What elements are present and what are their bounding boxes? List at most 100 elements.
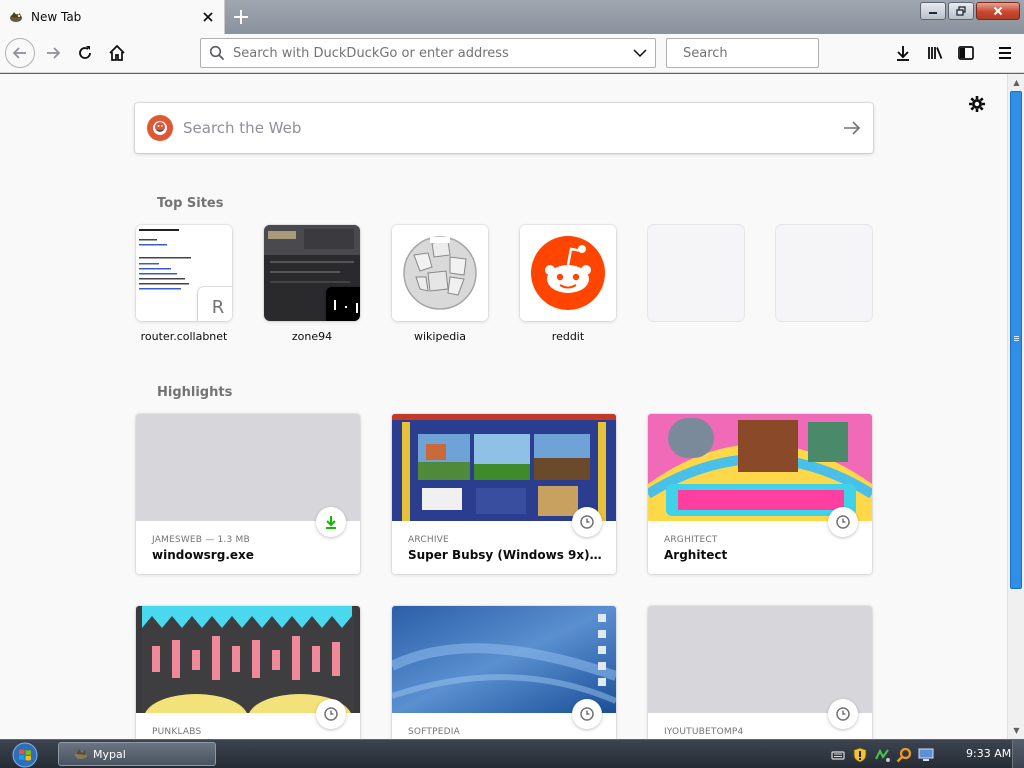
search-tool-icon[interactable] — [896, 747, 912, 763]
top-site-zone94[interactable]: zone94 — [264, 225, 360, 343]
download-icon — [316, 507, 346, 537]
new-tab-page: Top Sites R router.collabnet — [0, 74, 1007, 739]
duckduckgo-logo-icon — [147, 115, 173, 141]
empty-site-placeholder — [776, 225, 872, 321]
start-button[interactable] — [8, 741, 42, 768]
sidebar-button[interactable] — [951, 38, 981, 68]
top-sites-heading: Top Sites — [157, 196, 224, 211]
system-tray — [830, 740, 934, 768]
site-label: zone94 — [291, 330, 333, 343]
chevron-down-icon[interactable] — [633, 48, 647, 58]
vertical-scrollbar[interactable]: ▲ ▼ — [1007, 74, 1024, 739]
top-site-router-collabnet[interactable]: R router.collabnet — [136, 225, 232, 343]
window-controls — [920, 2, 1020, 20]
highlight-card[interactable]: ARCHIVE Super Bubsy (Windows 9x) : Acc..… — [392, 414, 616, 574]
show-desktop-button[interactable] — [1012, 740, 1024, 768]
clock-icon — [572, 699, 602, 729]
highlight-card[interactable]: JAMESWEB — 1.3 MB windowsrg.exe — [136, 414, 360, 574]
taskbar-clock[interactable]: 9:33 AM — [966, 747, 1011, 760]
top-site-wikipedia[interactable]: wikipedia — [392, 225, 488, 343]
back-button[interactable] — [5, 38, 35, 68]
site-letter: R — [211, 296, 225, 318]
card-source: ARGHITECT — [664, 535, 718, 545]
card-preview-image — [648, 414, 872, 521]
shield-icon[interactable] — [852, 747, 868, 763]
clock-icon — [316, 699, 346, 729]
download-icon — [897, 46, 909, 61]
tab-new-tab[interactable]: New Tab — [0, 0, 225, 34]
library-button[interactable] — [920, 38, 950, 68]
card-preview-image — [392, 414, 616, 521]
clock-icon — [572, 507, 602, 537]
address-input[interactable] — [233, 45, 633, 61]
reddit-logo-icon — [520, 225, 616, 321]
mypal-favicon-icon — [10, 12, 22, 22]
address-bar[interactable] — [200, 38, 656, 68]
menu-button[interactable] — [990, 38, 1020, 68]
highlights-heading: Highlights — [157, 385, 233, 400]
windows-taskbar: Mypal 9:33 AM — [0, 739, 1024, 768]
web-search-input[interactable] — [183, 119, 843, 137]
card-title: Arghitect — [664, 548, 728, 562]
network-icon[interactable] — [874, 747, 890, 763]
minimize-button[interactable] — [920, 2, 946, 20]
highlight-card[interactable]: SOFTPEDIA — [392, 606, 616, 739]
top-site-empty-slot[interactable] — [776, 225, 872, 330]
scroll-down-arrow-icon[interactable]: ▼ — [1008, 722, 1024, 739]
web-search-box[interactable] — [135, 103, 873, 153]
site-thumbnail — [520, 225, 616, 321]
close-tab-icon[interactable] — [200, 9, 216, 25]
site-thumbnail — [392, 225, 488, 321]
reload-button[interactable] — [70, 38, 100, 68]
top-site-reddit[interactable]: reddit — [520, 225, 616, 343]
new-tab-button[interactable] — [228, 4, 254, 30]
back-arrow-icon — [12, 47, 26, 59]
card-source: JAMESWEB — 1.3 MB — [152, 535, 250, 545]
close-window-button[interactable] — [976, 2, 1020, 20]
highlight-card[interactable]: ARGHITECT Arghitect — [648, 414, 872, 574]
card-source: IYOUTUBETOMP4 — [664, 727, 744, 737]
home-icon — [109, 44, 125, 61]
forward-button[interactable] — [38, 38, 68, 68]
scrollbar-thumb[interactable] — [1010, 91, 1022, 589]
card-preview-image — [136, 414, 360, 521]
taskbar-app-label: Mypal — [93, 747, 126, 761]
highlight-card[interactable]: PUNKLABS — [136, 606, 360, 739]
restore-icon — [956, 6, 966, 16]
monitor-icon[interactable] — [918, 747, 934, 763]
taskbar-mypal-button[interactable]: Mypal — [58, 742, 216, 766]
home-button[interactable] — [102, 38, 132, 68]
scroll-up-arrow-icon[interactable]: ▲ — [1008, 74, 1024, 91]
card-preview-image — [392, 606, 616, 713]
reload-icon — [79, 46, 91, 59]
site-label: router.collabnet — [140, 330, 228, 343]
title-bar: New Tab — [0, 0, 1024, 34]
arrow-right-icon[interactable] — [843, 120, 861, 136]
hamburger-menu-icon — [999, 47, 1011, 59]
windows-logo-icon — [12, 742, 38, 768]
highlight-card[interactable]: IYOUTUBETOMP4 — [648, 606, 872, 739]
card-source: ARCHIVE — [408, 535, 449, 545]
navigation-toolbar — [0, 34, 1024, 73]
card-preview-image — [136, 606, 360, 713]
card-title: windowsrg.exe — [152, 548, 254, 562]
top-site-empty-slot[interactable] — [648, 225, 744, 330]
clock-icon — [828, 507, 858, 537]
card-source: PUNKLABS — [152, 727, 202, 737]
site-label: wikipedia — [413, 330, 466, 343]
mypal-app-icon — [75, 749, 87, 759]
clock-icon — [828, 699, 858, 729]
settings-button[interactable] — [967, 94, 987, 114]
keyboard-icon[interactable] — [830, 747, 846, 763]
restore-button[interactable] — [948, 2, 974, 20]
tab-title: New Tab — [31, 10, 82, 24]
sidebar-icon — [958, 46, 974, 60]
search-bar[interactable] — [666, 38, 853, 68]
site-thumbnail: R — [136, 225, 232, 321]
card-source: SOFTPEDIA — [408, 727, 460, 737]
forward-arrow-icon — [47, 47, 61, 59]
empty-site-placeholder — [648, 225, 744, 321]
downloads-button[interactable] — [888, 38, 918, 68]
wikipedia-globe-icon — [392, 225, 488, 321]
search-input[interactable] — [683, 45, 853, 61]
